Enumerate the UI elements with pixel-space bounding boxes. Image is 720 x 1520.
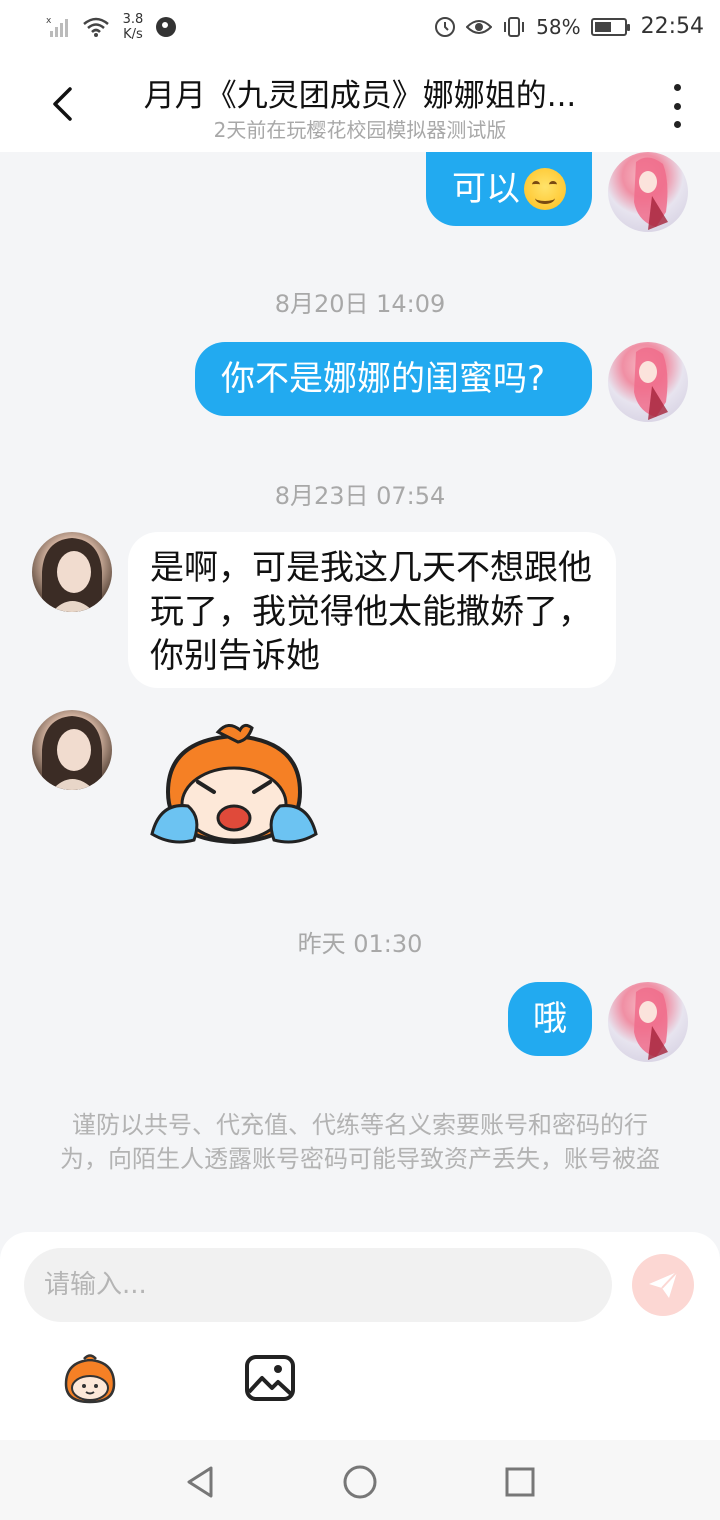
network-speed: 3.8 K/s [120, 12, 146, 42]
nav-home-button[interactable] [340, 1462, 380, 1502]
timestamp-separator: 8月20日 14:09 [274, 290, 446, 318]
more-options-button[interactable] [662, 84, 692, 128]
circle-home-icon [343, 1465, 377, 1499]
message-text: 是啊，可是我这几天不想跟他玩了，我觉得他太能撒娇了，你别告诉她 [150, 548, 592, 676]
more-dot-icon [673, 121, 681, 128]
triangle-back-icon [187, 1466, 213, 1498]
nav-recents-button[interactable] [500, 1462, 540, 1502]
sticker-picker-button[interactable] [60, 1354, 120, 1404]
status-bar: x 3.8 K/s 58% 22:54 [0, 0, 720, 58]
network-speed-value: 3.8 [122, 12, 144, 27]
network-speed-unit: K/s [123, 27, 143, 42]
my-avatar[interactable] [608, 342, 688, 422]
message-bubble-self[interactable]: 可以 [426, 152, 592, 226]
app-notification-icon [156, 17, 176, 37]
chevron-left-icon [53, 87, 72, 121]
message-bubble-other[interactable]: 是啊，可是我这几天不想跟他玩了，我觉得他太能撒娇了，你别告诉她 [128, 532, 616, 688]
signal-icon: x [46, 16, 68, 37]
anime-character-avatar-icon [634, 987, 668, 1060]
chat-subtitle: 2天前在玩樱花校园模拟器测试版 [213, 118, 507, 142]
smiling-face-emoji-icon [524, 168, 566, 210]
message-bubble-self[interactable]: 哦 [508, 982, 592, 1056]
message-input[interactable] [24, 1248, 612, 1322]
my-avatar[interactable] [608, 982, 688, 1062]
status-time: 22:54 [640, 14, 704, 39]
battery-icon [590, 17, 630, 36]
alarm-icon [435, 16, 456, 37]
timestamp-separator: 8月23日 07:54 [274, 482, 446, 510]
nav-back-button[interactable] [180, 1462, 220, 1502]
crying-cartoon-sticker[interactable] [148, 722, 320, 854]
contact-avatar[interactable] [32, 532, 112, 612]
status-left: x 3.8 K/s [46, 12, 176, 42]
more-dot-icon [673, 102, 681, 110]
image-picker-button[interactable] [244, 1354, 296, 1402]
vibrate-icon [504, 16, 525, 37]
svg-text:x: x [46, 16, 52, 26]
message-text: 哦 [533, 999, 567, 1039]
eye-comfort-icon [466, 19, 493, 34]
status-right: 58% 22:54 [434, 14, 704, 39]
paper-plane-icon [649, 1271, 678, 1298]
contact-avatar[interactable] [32, 710, 112, 790]
security-notice: 谨防以共号、代充值、代练等名义索要账号和密码的行为，向陌生人透露账号密码可能导致… [60, 1111, 660, 1173]
timestamp-separator: 昨天 01:30 [297, 930, 423, 958]
chat-header: 月月《九灵团成员》娜娜姐的... 2天前在玩樱花校园模拟器测试版 [0, 58, 720, 152]
message-text: 可以 [452, 169, 520, 209]
message-text: 你不是娜娜的闺蜜吗? [221, 359, 546, 399]
my-avatar[interactable] [608, 152, 688, 232]
square-recents-icon [505, 1467, 535, 1497]
battery-level [594, 21, 611, 32]
chat-title: 月月《九灵团成员》娜娜姐的... [143, 78, 577, 114]
contact-photo-icon [42, 538, 102, 612]
contact-photo-icon [42, 716, 102, 790]
message-bubble-self[interactable]: 你不是娜娜的闺蜜吗? [195, 342, 592, 416]
wifi-icon [83, 17, 109, 37]
battery-percent: 58% [536, 14, 581, 39]
send-button[interactable] [632, 1254, 694, 1316]
anime-character-avatar-icon [634, 347, 668, 420]
more-dot-icon [673, 84, 681, 91]
message-input-panel [0, 1232, 720, 1440]
chat-message-list[interactable]: 可以 8月20日 14:09 你不是娜娜的闺蜜吗? 8月23日 07:54 是啊… [0, 152, 720, 1232]
back-button[interactable] [40, 82, 84, 126]
system-navigation-bar [0, 1440, 720, 1520]
anime-character-avatar-icon [634, 157, 668, 230]
